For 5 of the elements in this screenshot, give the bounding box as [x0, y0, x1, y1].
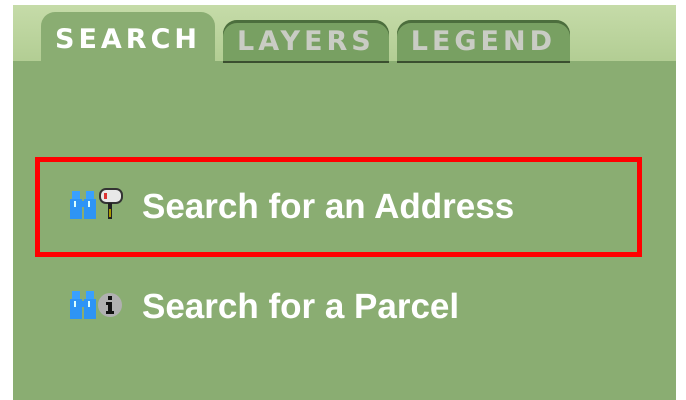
- search-link[interactable]: Search for an Address: [35, 157, 642, 257]
- tab[interactable]: SEARCH: [41, 12, 215, 61]
- search-link[interactable]: Search for a Parcel: [35, 277, 642, 337]
- tab[interactable]: LAYERS: [223, 20, 389, 61]
- tab[interactable]: LEGEND: [396, 20, 570, 61]
